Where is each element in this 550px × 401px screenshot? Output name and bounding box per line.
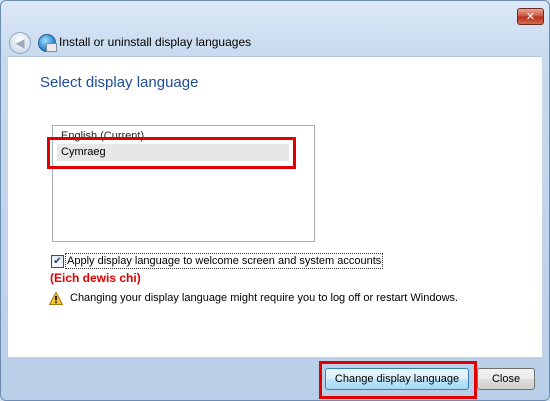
window-title: Install or uninstall display languages: [59, 35, 252, 49]
annotation-highlight-cymraeg: [47, 137, 296, 169]
annotation-highlight-change-button: [319, 361, 477, 399]
apply-welcome-screen-checkbox[interactable]: ✔: [51, 255, 64, 268]
globe-keyboard-icon: [38, 34, 57, 52]
page-title: Select display language: [40, 74, 199, 91]
content-panel: Select display language English (Current…: [8, 56, 542, 357]
close-button[interactable]: Close: [477, 368, 535, 390]
back-button[interactable]: ◀: [9, 32, 31, 54]
apply-welcome-screen-label[interactable]: Apply display language to welcome screen…: [65, 253, 384, 269]
warning-icon: [49, 292, 63, 305]
back-arrow-icon: ◀: [15, 36, 25, 50]
title-bar: ✕: [1, 1, 549, 28]
window-close-button[interactable]: ✕: [517, 8, 544, 25]
button-footer: Change display language Close: [1, 357, 549, 400]
dialog-window: ✕ ◀ Install or uninstall display languag…: [0, 0, 550, 401]
warning-text: Changing your display language might req…: [70, 292, 459, 304]
navigation-bar: ◀ Install or uninstall display languages: [1, 28, 549, 56]
annotation-note: (Eich dewis chi): [50, 271, 141, 285]
